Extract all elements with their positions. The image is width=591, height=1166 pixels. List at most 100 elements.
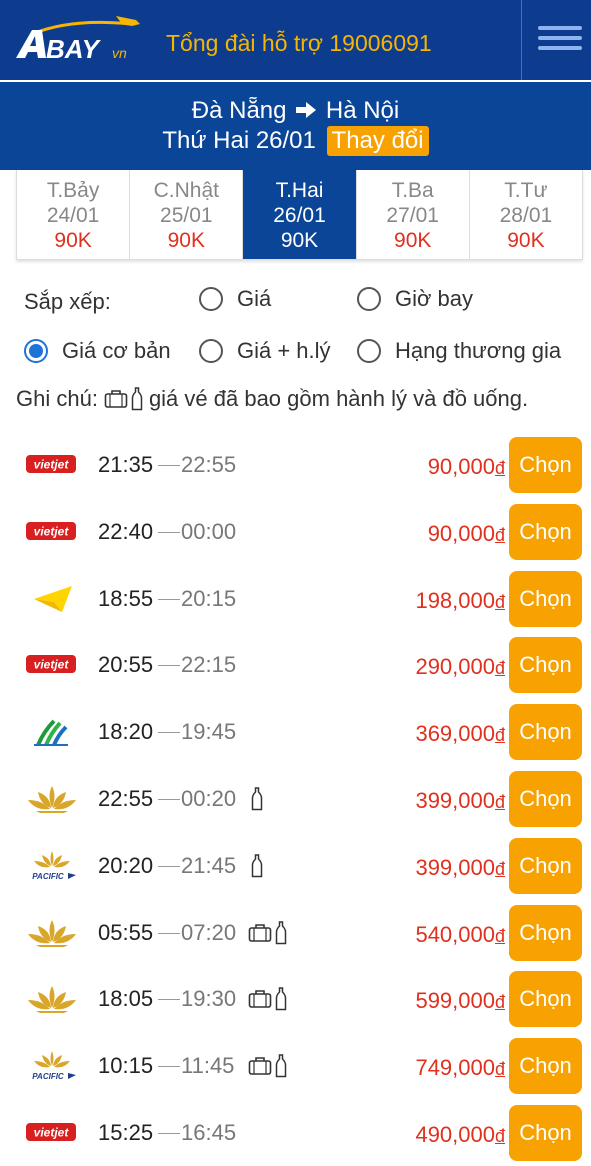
departure-time: 18:55 xyxy=(98,585,154,611)
departure-time: 15:25 xyxy=(98,1120,154,1145)
time-separator xyxy=(158,732,180,734)
route-date: Thứ Hai 26/01 xyxy=(162,127,316,154)
note-line: Ghi chú: giá vé đã bao gồm hành lý và đồ… xyxy=(16,386,528,412)
flight-price: 490,000đ xyxy=(415,1122,505,1148)
date-tab[interactable]: T.Ba 27/01 90K xyxy=(357,170,470,259)
airline-logo-vietravel xyxy=(24,580,80,616)
arrival-time: 20:15 xyxy=(181,585,237,611)
choose-flight-button[interactable]: Chọn xyxy=(509,904,582,961)
radio-business[interactable] xyxy=(357,339,381,363)
price-value: 369,000 xyxy=(415,721,495,747)
hamburger-menu-icon[interactable] xyxy=(538,26,582,56)
flight-row: vietjet 21:35 22:55 90,000đ Chọn xyxy=(0,432,591,499)
route-to: Hà Nội xyxy=(325,97,400,124)
choose-flight-button[interactable]: Chọn xyxy=(509,437,582,493)
date-tab[interactable]: C.Nhật 25/01 90K xyxy=(130,170,244,259)
choose-flight-button[interactable]: Chọn xyxy=(509,503,582,560)
flight-price: 540,000đ xyxy=(415,922,505,948)
currency-symbol: đ xyxy=(494,1059,505,1080)
flight-price: 290,000đ xyxy=(415,654,505,680)
date-tab-day: C.Nhật xyxy=(153,179,219,202)
price-value: 399,000 xyxy=(415,788,495,813)
price-value: 90,000 xyxy=(427,454,495,479)
choose-flight-button[interactable]: Chọn xyxy=(509,771,582,827)
sort-option-label: Giờ bay xyxy=(395,286,474,311)
date-tab-date: 26/01 xyxy=(273,204,326,227)
departure-time: 22:55 xyxy=(98,786,154,811)
hotline-text[interactable]: Tổng đài hỗ trợ 19006091 xyxy=(166,30,432,57)
arrival-time: 07:20 xyxy=(181,919,237,945)
currency-symbol: đ xyxy=(494,658,505,679)
airline-logo-vietnam-airlines xyxy=(24,980,80,1016)
date-tab[interactable]: T.Hai 26/01 90K xyxy=(243,170,357,259)
date-tab-price: 90K xyxy=(54,229,92,252)
abay-logo[interactable]: BAY vn xyxy=(12,14,142,66)
currency-symbol: đ xyxy=(494,1126,505,1146)
currency-symbol: đ xyxy=(494,858,505,879)
choose-flight-button[interactable]: Chọn xyxy=(509,1038,582,1095)
arrival-time: 00:00 xyxy=(181,518,237,544)
airline-logo-vietnam-airlines xyxy=(24,914,80,950)
departure-time: 18:05 xyxy=(98,986,154,1012)
pacific-logo-text: PACIFIC xyxy=(32,872,64,881)
note-text: giá vé đã bao gồm hành lý và đồ uống. xyxy=(148,386,529,411)
choose-flight-button[interactable]: Chọn xyxy=(509,837,582,894)
price-value: 599,000 xyxy=(415,988,495,1014)
radio-price-luggage[interactable] xyxy=(199,339,223,363)
choose-flight-button[interactable]: Chọn xyxy=(509,971,582,1028)
sort-option-label: Giá xyxy=(237,286,272,311)
radio-price[interactable] xyxy=(199,287,223,311)
logo-text: BAY xyxy=(46,34,102,64)
change-date-button[interactable]: Thay đổi xyxy=(326,126,429,156)
bottle-icon xyxy=(275,987,287,1011)
airline-logo-vietjet: vietjet xyxy=(24,513,80,549)
logo-suffix: vn xyxy=(112,45,127,61)
arrival-time: 19:45 xyxy=(181,719,237,745)
date-tab-date: 24/01 xyxy=(46,204,100,227)
bottle-icon xyxy=(275,920,287,945)
sort-option-business[interactable]: Hạng thương gia xyxy=(357,338,561,364)
sort-option-price[interactable]: Giá xyxy=(199,286,271,312)
flight-row: vietjet 22:40 00:00 90,000đ Chọn xyxy=(0,499,591,566)
choose-flight-button[interactable]: Chọn xyxy=(509,704,582,761)
bottle-icon xyxy=(275,1054,287,1078)
included-extras xyxy=(248,984,287,1014)
flight-row: 18:20 19:45 369,000đ Chọn xyxy=(0,699,591,766)
note-prefix: Ghi chú: xyxy=(16,386,98,411)
choose-flight-button[interactable]: Chọn xyxy=(509,570,582,627)
time-separator xyxy=(158,531,180,533)
sort-option-time[interactable]: Giờ bay xyxy=(357,286,473,312)
arrival-time: 11:45 xyxy=(181,1053,235,1079)
choose-flight-button[interactable]: Chọn xyxy=(509,1105,582,1161)
time-separator xyxy=(158,598,180,600)
luggage-icon xyxy=(248,923,272,943)
date-tab[interactable]: T.Bảy 24/01 90K xyxy=(17,170,131,259)
radio-time[interactable] xyxy=(357,287,381,311)
vietjet-logo-text: vietjet xyxy=(34,524,70,538)
arrival-time: 22:15 xyxy=(181,652,237,678)
flight-row: 18:05 19:30 599,000đ Chọn xyxy=(0,966,591,1033)
flight-row: vietjet 15:25 16:45 490,000đ Chọn xyxy=(0,1100,591,1166)
sort-option-price-luggage[interactable]: Giá + h.lý xyxy=(199,338,331,364)
date-tab-price: 90K xyxy=(507,229,545,252)
date-tab-date: 25/01 xyxy=(160,204,213,227)
currency-symbol: đ xyxy=(494,591,505,612)
departure-time: 10:15 xyxy=(98,1053,154,1079)
time-separator xyxy=(158,932,180,934)
airline-logo-vietjet: vietjet xyxy=(24,646,80,682)
date-tab-day: T.Tư xyxy=(504,179,548,202)
luggage-icon xyxy=(104,389,128,409)
route-from: Đà Nẵng xyxy=(191,97,287,124)
flight-price: 90,000đ xyxy=(428,454,505,480)
date-tab-day: T.Ba xyxy=(391,179,434,202)
departure-time: 20:55 xyxy=(98,652,154,678)
vietjet-logo-text: vietjet xyxy=(34,458,70,472)
radio-base-price[interactable] xyxy=(24,339,48,363)
flight-price: 749,000đ xyxy=(415,1055,505,1081)
sort-option-base-price[interactable]: Giá cơ bản xyxy=(24,338,171,364)
departure-time: 05:55 xyxy=(98,919,154,945)
currency-symbol: đ xyxy=(494,458,505,478)
date-tab[interactable]: T.Tư 28/01 90K xyxy=(470,170,582,259)
included-extras xyxy=(248,784,263,814)
choose-flight-button[interactable]: Chọn xyxy=(509,637,582,694)
